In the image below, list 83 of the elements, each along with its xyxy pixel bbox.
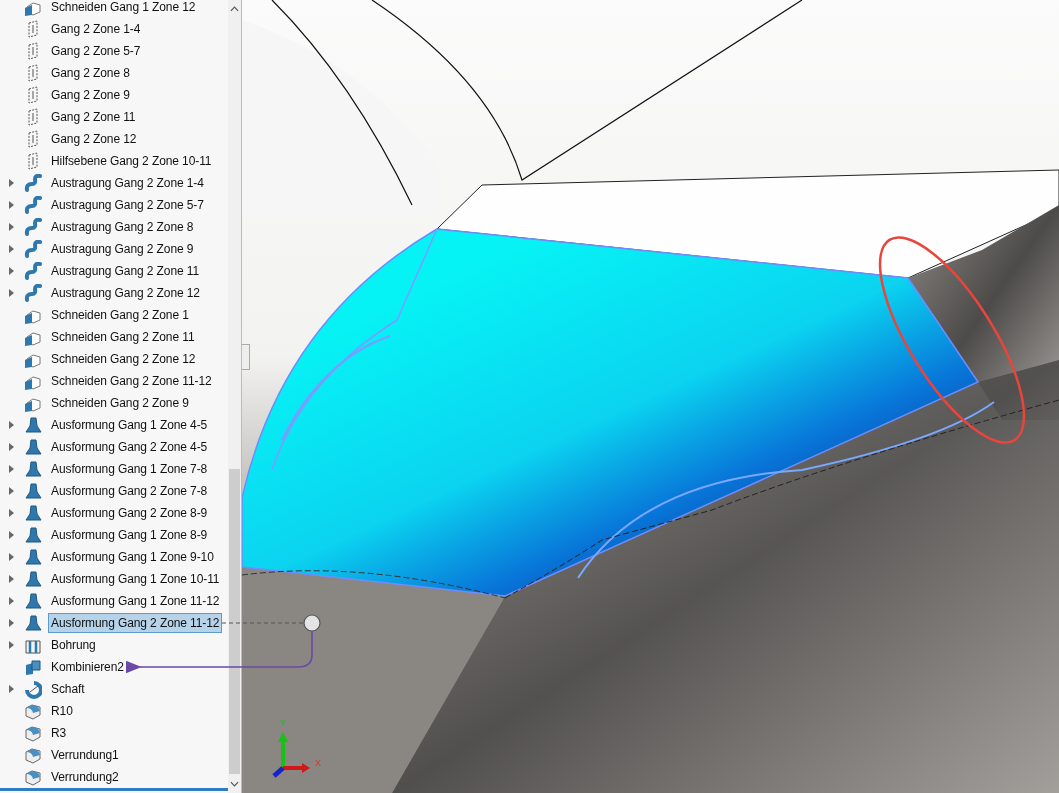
tree-item[interactable]: Schneiden Gang 2 Zone 11 <box>48 327 198 347</box>
tree-item[interactable]: Gang 2 Zone 11 <box>48 107 139 127</box>
expand-arrow-icon[interactable] <box>8 575 14 583</box>
axis-label: Y <box>280 718 286 728</box>
tree-item[interactable]: Ausformung Gang 1 Zone 7-8 <box>48 459 211 479</box>
loft-feature-icon <box>24 503 42 523</box>
loft-feature-icon <box>24 547 42 567</box>
expand-arrow-icon[interactable] <box>8 597 14 605</box>
expand-arrow-icon[interactable] <box>8 223 14 231</box>
tree-item[interactable]: Ausformung Gang 1 Zone 8-9 <box>48 525 211 545</box>
tree-item[interactable]: Ausformung Gang 2 Zone 11-12 <box>48 613 223 633</box>
sweep-feature-icon <box>24 261 42 281</box>
expand-arrow-icon[interactable] <box>8 443 14 451</box>
sweep-feature-icon <box>24 283 42 303</box>
tree-item[interactable]: R10 <box>48 701 76 721</box>
expand-arrow-icon[interactable] <box>8 179 14 187</box>
expand-arrow-icon[interactable] <box>8 465 14 473</box>
tree-item[interactable]: Kombinieren2 <box>48 657 127 677</box>
fillet-feature-icon <box>24 723 42 743</box>
splitter-handle[interactable] <box>242 344 250 370</box>
tree-item[interactable]: Austragung Gang 2 Zone 9 <box>48 239 197 259</box>
tree-item[interactable]: Schneiden Gang 2 Zone 12 <box>48 349 199 369</box>
scrollbar[interactable] <box>228 0 242 793</box>
tree-item[interactable]: Gang 2 Zone 5-7 <box>48 41 144 61</box>
tree-item[interactable]: Austragung Gang 2 Zone 8 <box>48 217 197 237</box>
expand-arrow-icon[interactable] <box>8 201 14 209</box>
expand-arrow-icon[interactable] <box>8 685 14 693</box>
scroll-up-icon[interactable] <box>230 6 239 12</box>
sweep-feature-icon <box>24 195 42 215</box>
expand-arrow-icon[interactable] <box>8 267 14 275</box>
loft-feature-icon <box>24 481 42 501</box>
sweep-feature-icon <box>24 173 42 193</box>
tree-item[interactable]: Gang 2 Zone 9 <box>48 85 133 105</box>
sweep-feature-icon <box>24 239 42 259</box>
tree-item[interactable]: Ausformung Gang 2 Zone 7-8 <box>48 481 211 501</box>
tree-item[interactable]: Verrundung1 <box>48 745 122 765</box>
tree-item[interactable]: R3 <box>48 723 70 743</box>
sweep-feature-icon <box>24 217 42 237</box>
loft-feature-icon <box>24 569 42 589</box>
expand-arrow-icon[interactable] <box>8 531 14 539</box>
combine-feature-icon <box>24 657 42 677</box>
tree-item[interactable]: Schneiden Gang 2 Zone 9 <box>48 393 192 413</box>
axis-label: X <box>315 758 321 768</box>
tree-item[interactable]: Austragung Gang 2 Zone 5-7 <box>48 195 207 215</box>
fillet-feature-icon <box>24 745 42 765</box>
tree-item[interactable]: Ausformung Gang 1 Zone 10-11 <box>48 569 223 589</box>
tree-item[interactable]: Schneiden Gang 2 Zone 11-12 <box>48 371 215 391</box>
tree-item[interactable]: Schaft <box>48 679 88 699</box>
tree-item[interactable]: Austragung Gang 2 Zone 12 <box>48 283 203 303</box>
tree-item[interactable]: Ausformung Gang 1 Zone 11-12 <box>48 591 223 611</box>
fillet-feature-icon <box>24 767 42 787</box>
loft-feature-icon <box>24 437 42 457</box>
tree-item[interactable]: Schneiden Gang 2 Zone 1 <box>48 305 192 325</box>
expand-arrow-icon[interactable] <box>8 641 14 649</box>
scrollbar-thumb[interactable] <box>229 469 240 774</box>
expand-arrow-icon[interactable] <box>8 487 14 495</box>
tree-item[interactable]: Bohrung <box>48 635 99 655</box>
expand-arrow-icon[interactable] <box>8 289 14 297</box>
tree-item[interactable]: Hilfsebene Gang 2 Zone 10-11 <box>48 151 215 171</box>
tree-item[interactable]: Verrundung2 <box>48 767 122 787</box>
tree-item[interactable]: Austragung Gang 2 Zone 1-4 <box>48 173 207 193</box>
loft-feature-icon <box>24 525 42 545</box>
revolve-feature-icon <box>24 679 42 699</box>
fillet-feature-icon <box>24 701 42 721</box>
tree-item[interactable]: Ausformung Gang 2 Zone 4-5 <box>48 437 211 457</box>
expand-arrow-icon[interactable] <box>8 245 14 253</box>
loft-feature-icon <box>24 591 42 611</box>
tree-item[interactable]: Ausformung Gang 2 Zone 8-9 <box>48 503 211 523</box>
tree-item[interactable]: Gang 2 Zone 8 <box>48 63 133 83</box>
loft-feature-icon <box>24 459 42 479</box>
tree-item[interactable]: Gang 2 Zone 1-4 <box>48 19 144 39</box>
loft-feature-icon <box>24 415 42 435</box>
expand-arrow-icon[interactable] <box>8 619 14 627</box>
loft-feature-icon <box>24 613 42 633</box>
tree-item[interactable]: Schneiden Gang 1 Zone 12 <box>48 0 199 17</box>
expand-arrow-icon[interactable] <box>8 509 14 517</box>
tree-item[interactable]: Gang 2 Zone 12 <box>48 129 140 149</box>
tree-item[interactable]: Ausformung Gang 1 Zone 4-5 <box>48 415 211 435</box>
scroll-down-icon[interactable] <box>230 781 239 787</box>
tree-item[interactable]: Austragung Gang 2 Zone 11 <box>48 261 203 281</box>
tree-item[interactable]: Ausformung Gang 1 Zone 9-10 <box>48 547 217 567</box>
expand-arrow-icon[interactable] <box>8 421 14 429</box>
expand-arrow-icon[interactable] <box>8 553 14 561</box>
